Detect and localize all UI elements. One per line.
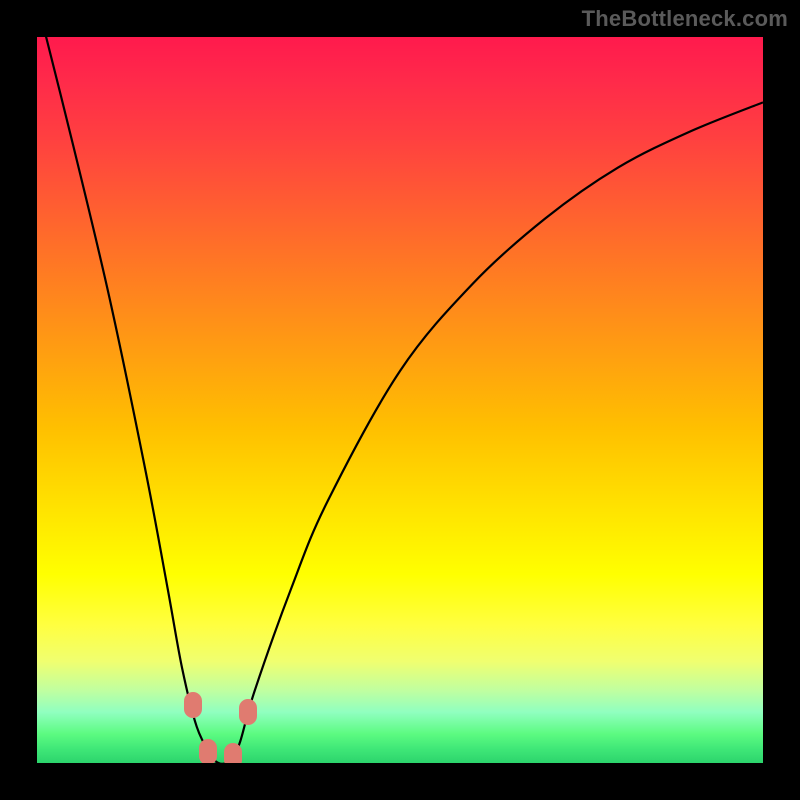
curve-marker: [184, 692, 202, 718]
curve-marker: [239, 699, 257, 725]
attribution-label: TheBottleneck.com: [582, 6, 788, 32]
curve-marker: [224, 743, 242, 763]
plot-area: [37, 37, 763, 763]
chart-frame: TheBottleneck.com: [0, 0, 800, 800]
bottleneck-curve: [37, 37, 763, 763]
curve-marker: [199, 739, 217, 763]
